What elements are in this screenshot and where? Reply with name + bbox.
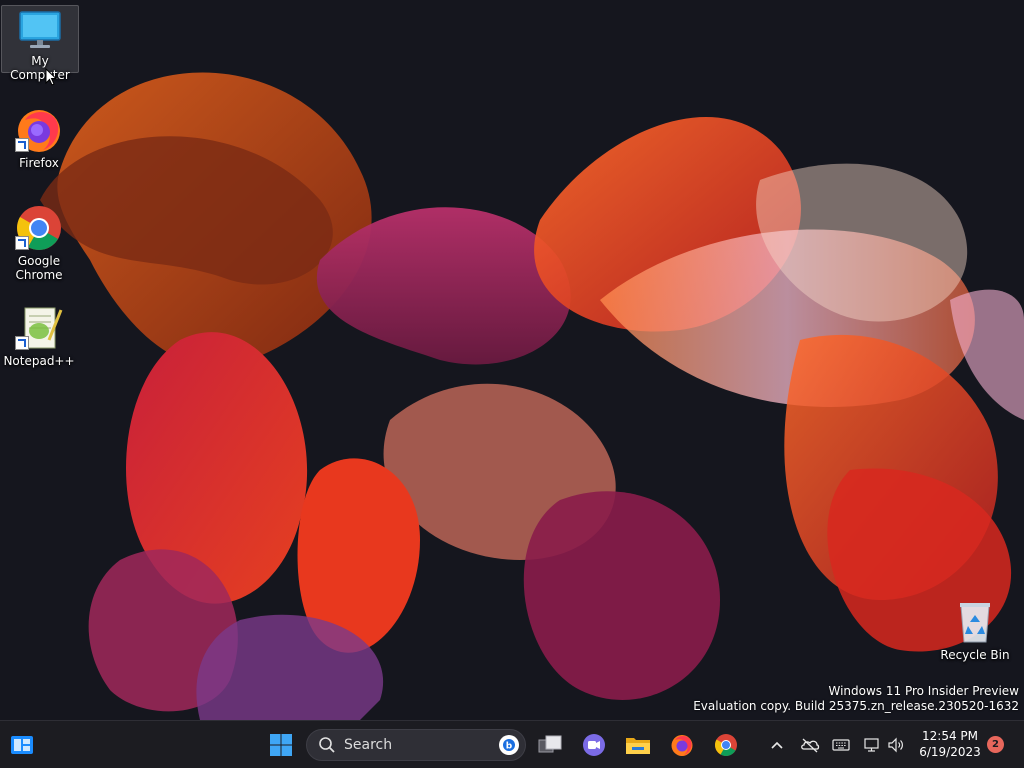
network-icon: [864, 738, 879, 752]
desktop-icon-label: Recycle Bin: [940, 648, 1010, 662]
desktop-icon-label: My Computer: [10, 54, 70, 82]
shortcut-arrow-icon: [15, 336, 29, 350]
desktop-icon-firefox[interactable]: Firefox: [1, 104, 77, 170]
search-placeholder: Search: [344, 737, 393, 753]
search-box[interactable]: Search b: [306, 729, 526, 761]
desktop-icon-notepadpp[interactable]: Notepad++: [1, 302, 77, 368]
widgets-icon: [11, 736, 33, 754]
desktop-icon-my-computer[interactable]: My Computer: [1, 5, 79, 82]
shortcut-arrow-icon: [15, 236, 29, 250]
watermark-line-1: Windows 11 Pro Insider Preview: [828, 684, 1019, 698]
taskbar-clock[interactable]: 12:54 PM 6/19/2023: [910, 728, 990, 760]
task-view-button[interactable]: [532, 727, 568, 763]
chrome-icon: [715, 734, 737, 756]
svg-text:b: b: [506, 742, 513, 752]
onedrive-icon: [801, 738, 820, 753]
desktop-icon-label: Google Chrome: [15, 254, 63, 282]
network-button[interactable]: [860, 733, 884, 757]
monitor-icon: [16, 8, 64, 52]
clock-date: 6/19/2023: [919, 745, 981, 759]
notification-badge[interactable]: 2: [987, 736, 1004, 753]
desktop-wallpaper: [0, 0, 1024, 720]
teams-chat-button[interactable]: [576, 727, 612, 763]
firefox-icon: [671, 735, 693, 756]
start-icon: [270, 734, 292, 756]
firefox-icon: [15, 106, 63, 154]
onedrive-button[interactable]: [798, 733, 822, 757]
firefox-taskbar-button[interactable]: [664, 727, 700, 763]
start-button[interactable]: [263, 727, 299, 763]
chrome-icon: [15, 204, 63, 252]
bing-icon: b: [499, 735, 519, 755]
desktop-icon-label: Notepad++: [3, 354, 75, 368]
desktop-icon-google-chrome[interactable]: Google Chrome: [1, 202, 77, 282]
keyboard-icon: [832, 739, 850, 751]
volume-icon: [888, 737, 903, 753]
recycle-bin-icon: [951, 598, 999, 646]
clock-time: 12:54 PM: [922, 729, 978, 743]
file-explorer-button[interactable]: [620, 727, 656, 763]
watermark-line-2: Evaluation copy. Build 25375.zn_release.…: [693, 699, 1019, 713]
search-icon: [319, 737, 335, 753]
file-explorer-icon: [626, 738, 650, 754]
widgets-button[interactable]: [4, 727, 40, 763]
teams-chat-icon: [583, 734, 605, 756]
evaluation-watermark: Windows 11 Pro Insider Preview Evaluatio…: [693, 684, 1019, 714]
notepadpp-icon: [15, 304, 63, 352]
chevron-up-icon: [771, 741, 783, 749]
desktop-icon-label: Firefox: [19, 156, 59, 170]
taskbar: Search b 12:54 PM 6/19/2023 2: [0, 720, 1024, 768]
input-indicator-button[interactable]: [829, 733, 853, 757]
show-hidden-icons-button[interactable]: [765, 733, 789, 757]
volume-button[interactable]: [884, 733, 908, 757]
desktop-icon-recycle-bin[interactable]: Recycle Bin: [937, 596, 1013, 662]
task-view-icon: [538, 735, 562, 753]
shortcut-arrow-icon: [15, 138, 29, 152]
chrome-taskbar-button[interactable]: [708, 727, 744, 763]
mouse-cursor-icon: [45, 67, 58, 90]
